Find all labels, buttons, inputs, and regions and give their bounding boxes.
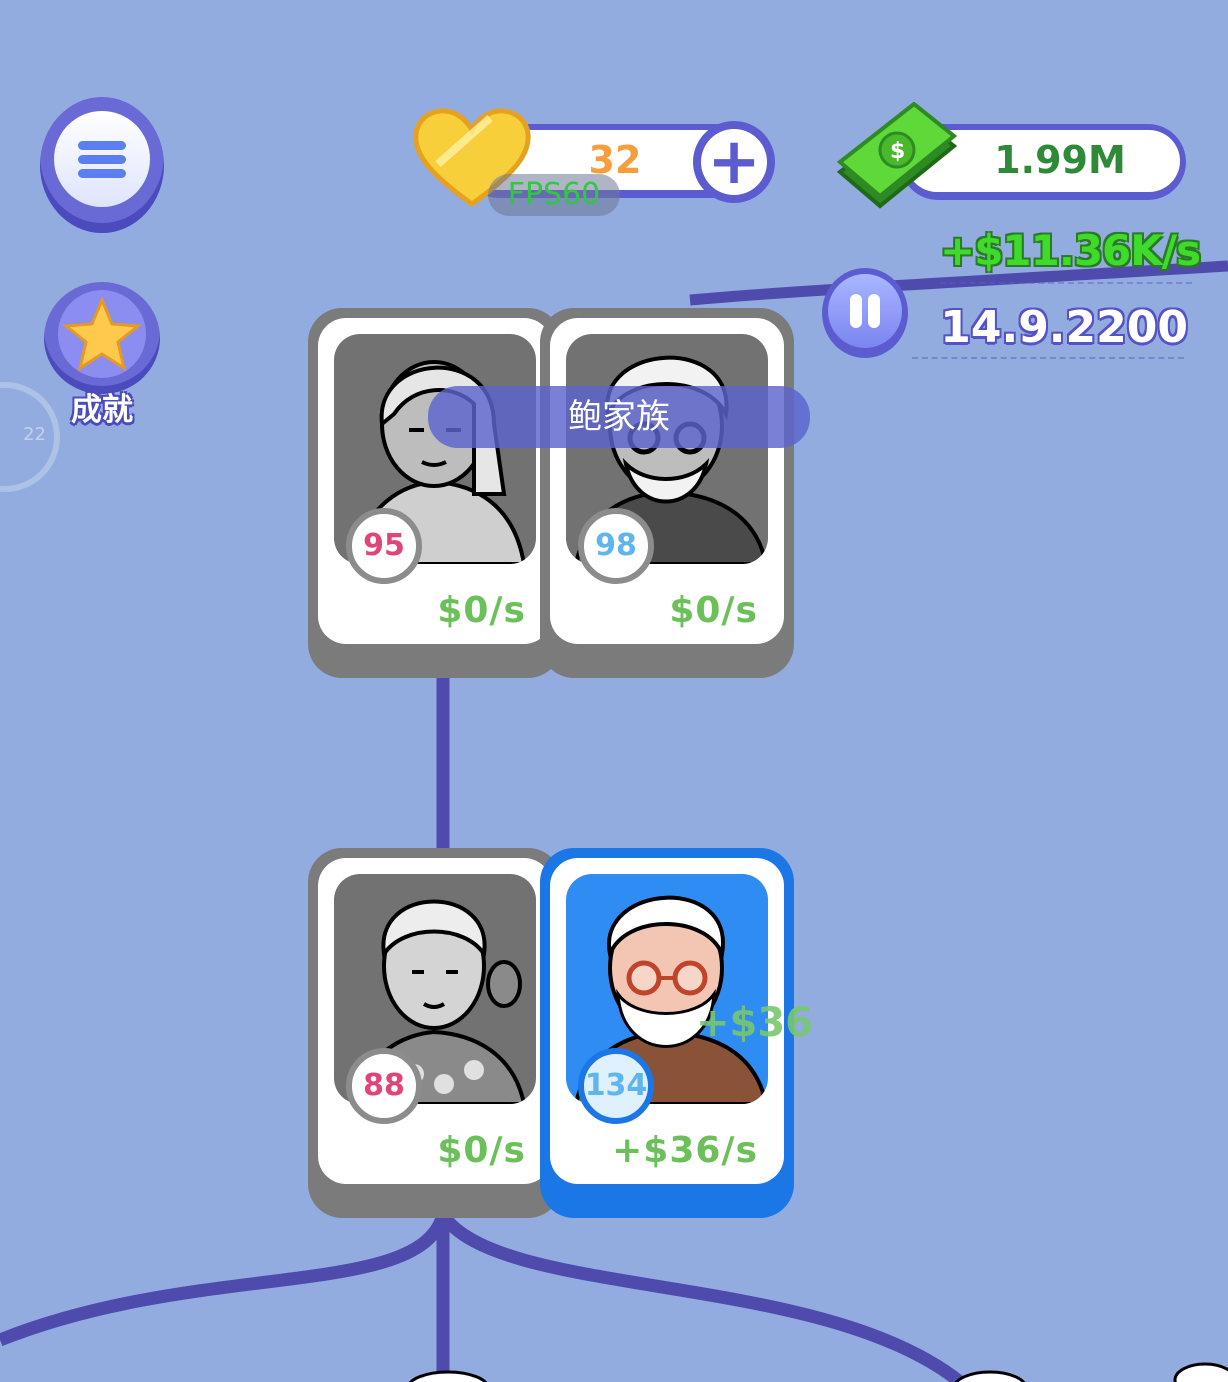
game-date: 14.9.2200 <box>940 302 1188 353</box>
date-underline <box>912 357 1184 359</box>
family-member-card[interactable]: 88 $0/s <box>308 848 562 1218</box>
menu-button[interactable] <box>40 97 164 233</box>
fps-counter: FPS60 <box>488 174 620 216</box>
cash-stack-icon: $ <box>836 102 958 209</box>
offscreen-badge-text: 22 <box>23 424 46 445</box>
income-rate-label: +$36/s <box>612 1130 758 1171</box>
svg-text:$: $ <box>890 139 905 164</box>
hamburger-menu-icon <box>54 111 150 207</box>
achievements-label: 成就 <box>71 392 133 428</box>
pause-icon <box>828 274 902 348</box>
family-member-card[interactable]: 95 $0/s <box>308 308 562 678</box>
level-badge: 88 <box>346 1048 422 1124</box>
achievements-button[interactable] <box>44 282 160 394</box>
family-name-label: 鲍家族 <box>428 386 810 448</box>
level-badge: 95 <box>346 508 422 584</box>
income-rate-label: $0/s <box>437 1130 526 1171</box>
family-member-card[interactable]: 98 $0/s <box>540 308 794 678</box>
plus-icon: + <box>707 125 761 199</box>
star-icon <box>58 290 146 378</box>
level-badge: 134 <box>578 1048 654 1124</box>
income-rate-label: $0/s <box>437 590 526 631</box>
level-badge: 98 <box>578 508 654 584</box>
floating-income-popup: +$36 <box>696 1000 814 1046</box>
income-underline <box>940 282 1192 284</box>
income-rate: +$11.36K/s <box>940 226 1201 275</box>
add-hearts-button[interactable]: + <box>693 121 775 203</box>
money-value: 1.99M <box>994 138 1126 182</box>
income-rate-label: $0/s <box>669 590 758 631</box>
pause-button[interactable] <box>822 268 908 358</box>
